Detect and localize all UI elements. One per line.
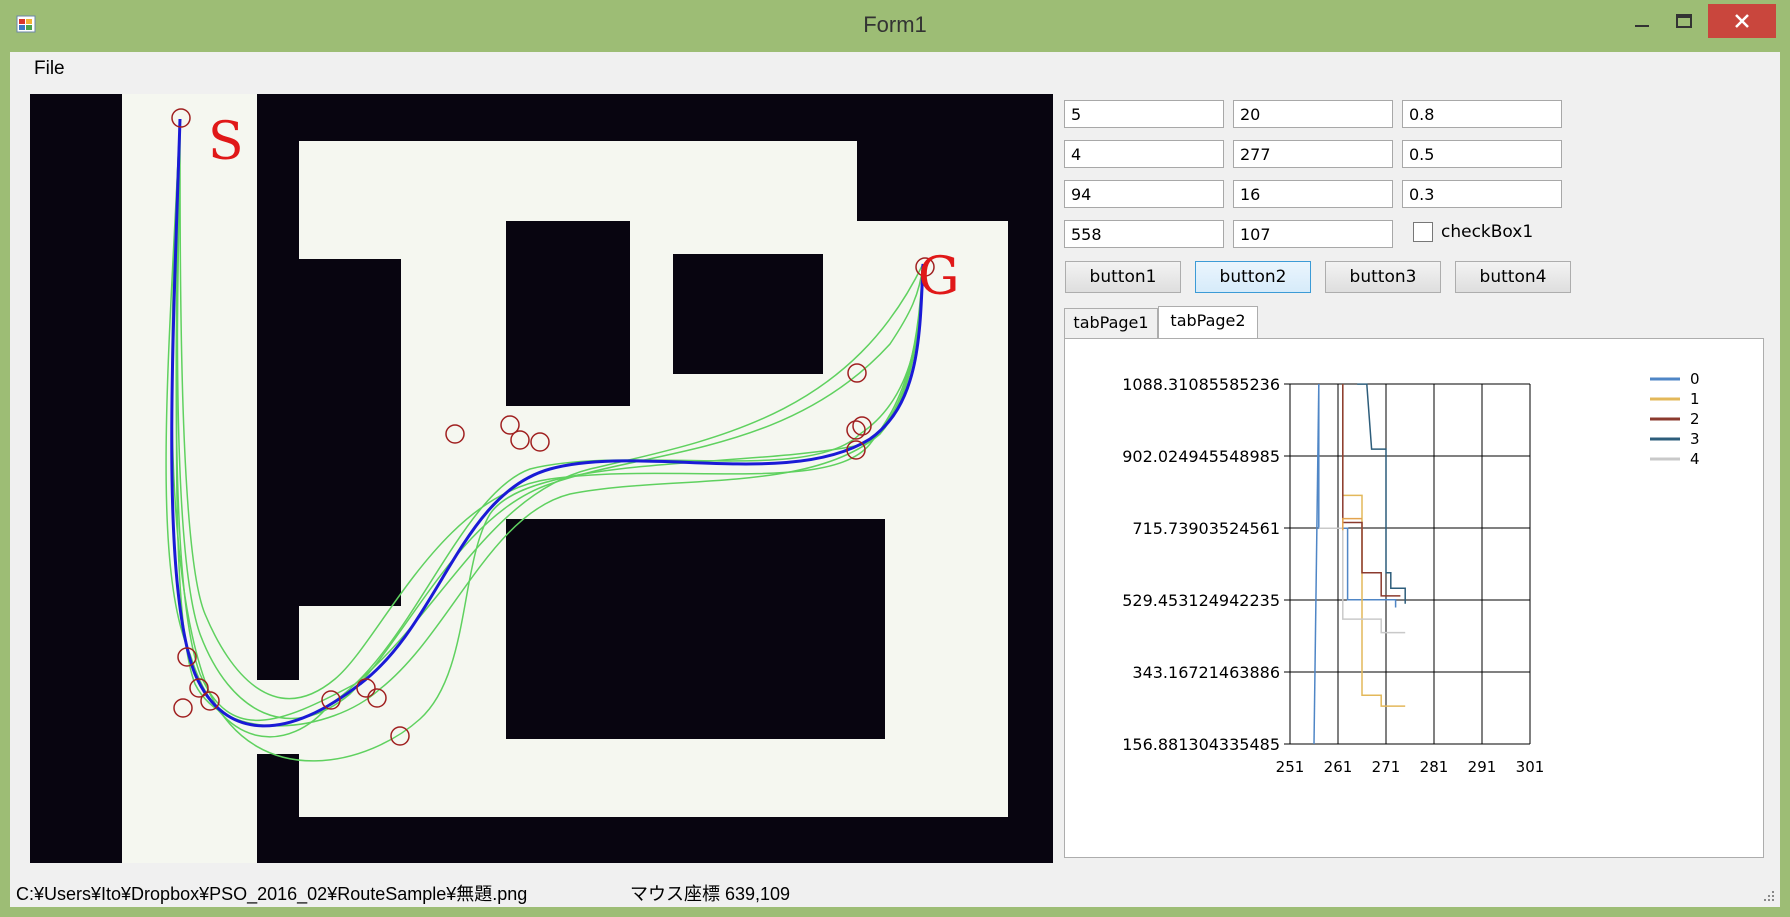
status-bar: C:¥Users¥Ito¥Dropbox¥PSO_2016_02¥RouteSa… [10, 872, 1780, 907]
chart-y-tick-label: 715.73903524561 [1132, 519, 1280, 538]
button1[interactable]: button1 [1065, 261, 1181, 293]
param-input-r4c2[interactable] [1233, 220, 1393, 248]
window-title: Form1 [863, 12, 927, 37]
chart-x-tick-label: 251 [1276, 758, 1305, 776]
checkbox1-label: checkBox1 [1441, 222, 1534, 242]
chart-series-line [1313, 384, 1320, 745]
chart-legend-label: 2 [1690, 410, 1700, 428]
param-input-r1c2[interactable] [1233, 100, 1393, 128]
param-input-r2c1[interactable] [1064, 140, 1224, 168]
checkbox1[interactable]: checkBox1 [1413, 222, 1533, 242]
menu-bar: File [10, 52, 1780, 86]
app-window: Form1 File S G 5 20 0.8 4 277 0.5 94 16 … [0, 0, 1790, 917]
param-input-r2c2[interactable] [1233, 140, 1393, 168]
chart-legend-label: 1 [1690, 390, 1700, 408]
close-button[interactable] [1708, 4, 1776, 38]
chart-x-tick-label: 281 [1420, 758, 1449, 776]
chart-legend-label: 0 [1690, 370, 1700, 388]
chart-y-tick-label: 156.881304335485 [1122, 735, 1280, 754]
chart-y-tick-label: 343.16721463886 [1132, 663, 1280, 682]
chart-y-tick-label: 529.453124942235 [1122, 591, 1280, 610]
chart-x-tick-label: 291 [1468, 758, 1497, 776]
param-input-r3c1[interactable] [1064, 180, 1224, 208]
tab-page2-panel: 251 261 271 281 291 301 156.881304335485 343.16… [1064, 338, 1764, 858]
chart-legend-label: 4 [1690, 450, 1700, 468]
button3[interactable]: button3 [1325, 261, 1441, 293]
button2[interactable]: button2 [1195, 261, 1311, 293]
status-mouse-coords: マウス座標 639,109 [630, 884, 791, 904]
minimize-button[interactable] [1620, 4, 1664, 38]
chart-series-line [1342, 384, 1406, 707]
chart-legend-label: 3 [1690, 430, 1700, 448]
tab-page2[interactable]: tabPage2 [1158, 306, 1258, 340]
checkbox1-box[interactable] [1413, 222, 1433, 242]
chart-x-tick-label: 271 [1372, 758, 1401, 776]
route-map-canvas[interactable]: S G [30, 94, 1053, 863]
close-icon [1735, 14, 1749, 28]
status-file-path: C:¥Users¥Ito¥Dropbox¥PSO_2016_02¥RouteSa… [16, 884, 528, 904]
goal-label: G [918, 247, 960, 307]
param-input-r1c3[interactable] [1402, 100, 1562, 128]
chart-series-line [1357, 383, 1406, 604]
chart-y-tick-label: 1088.31085585236 [1122, 375, 1280, 394]
start-label: S [208, 112, 244, 172]
minimize-icon [1635, 25, 1649, 27]
maximize-button[interactable] [1662, 4, 1706, 38]
chart-x-tick-label: 301 [1516, 758, 1545, 776]
resize-grip-icon[interactable] [1762, 889, 1776, 903]
chart-y-tick-label: 902.024945548985 [1122, 447, 1280, 466]
convergence-chart: 251 261 271 281 291 301156.881304335485343.16… [1122, 370, 1700, 776]
button4[interactable]: button4 [1455, 261, 1571, 293]
menu-file[interactable]: File [34, 58, 65, 80]
chart-x-tick-label: 261 [1324, 758, 1353, 776]
param-input-r4c1[interactable] [1064, 220, 1224, 248]
maximize-icon [1676, 14, 1692, 28]
title-bar[interactable]: Form1 [0, 0, 1790, 52]
tab-page1[interactable]: tabPage1 [1064, 308, 1158, 338]
param-input-r2c3[interactable] [1402, 140, 1562, 168]
client-area: File S G 5 20 0.8 4 277 0.5 94 16 0.3 55… [10, 52, 1780, 907]
param-input-r1c1[interactable] [1064, 100, 1224, 128]
param-input-r3c2[interactable] [1233, 180, 1393, 208]
param-input-r3c3[interactable] [1402, 180, 1562, 208]
chart-series-line [1342, 384, 1401, 597]
